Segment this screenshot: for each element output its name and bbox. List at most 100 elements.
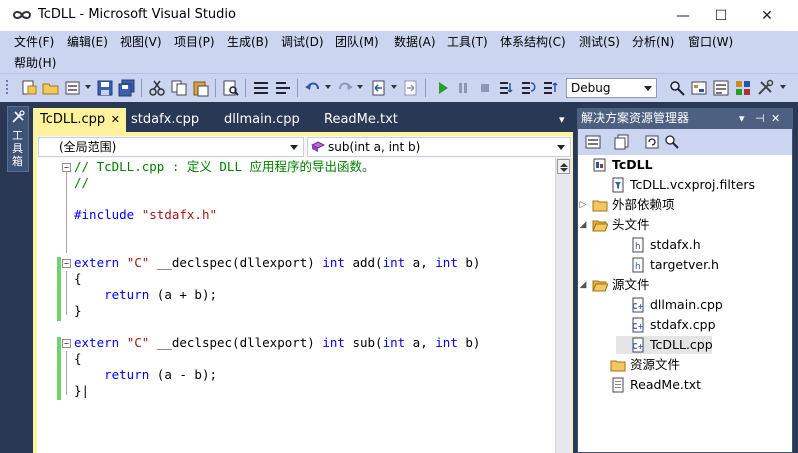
refresh-icon[interactable] <box>644 134 660 150</box>
redo-dropdown-icon[interactable] <box>357 85 363 89</box>
cpp-file-icon: C+ <box>630 337 646 353</box>
tree-item[interactable]: h targetver.h <box>616 256 793 274</box>
editor-vertical-scrollbar[interactable] <box>555 158 572 453</box>
comment-lines-icon[interactable] <box>252 79 270 97</box>
break-all-icon[interactable] <box>454 79 472 97</box>
find-in-files-icon[interactable] <box>222 79 240 97</box>
tree-item-label: 源文件 <box>612 277 650 292</box>
document-tab-strip: TcDLL.cpp ✕ stdafx.cpp dllmain.cpp ReadM… <box>33 108 573 132</box>
step-out-icon[interactable] <box>542 79 560 97</box>
object-browser-icon[interactable] <box>734 79 752 97</box>
menu-test[interactable]: 测试(S) <box>579 32 620 52</box>
tree-item[interactable]: ReadMe.txt <box>596 376 793 394</box>
show-all-files-icon[interactable] <box>614 134 630 150</box>
close-icon[interactable]: ✕ <box>771 108 780 129</box>
member-combo[interactable]: sub(int a, int b) <box>307 137 571 157</box>
collapse-arrow-icon[interactable]: ◢ <box>578 216 588 234</box>
menu-window[interactable]: 窗口(W) <box>688 32 733 52</box>
copy-icon[interactable] <box>170 79 188 97</box>
step-into-icon[interactable] <box>498 79 516 97</box>
tree-item[interactable]: 资源文件 <box>596 356 793 374</box>
undo-dropdown-icon[interactable] <box>325 85 331 89</box>
paste-icon[interactable] <box>192 79 210 97</box>
code-token: extern <box>74 335 127 350</box>
open-file-icon[interactable] <box>42 79 60 97</box>
menu-tools[interactable]: 工具(T) <box>447 32 488 52</box>
code-token: "stdafx.h" <box>141 207 217 222</box>
solution-explorer-icon[interactable] <box>690 79 708 97</box>
properties-icon[interactable] <box>585 134 601 150</box>
tree-item[interactable]: TcDLL.vcxproj.filters <box>596 176 793 194</box>
add-item-dropdown-icon[interactable] <box>85 85 91 89</box>
new-project-icon[interactable] <box>20 79 38 97</box>
tree-item[interactable]: C+ dllmain.cpp <box>616 296 793 314</box>
outline-guide <box>66 271 67 315</box>
auto-hide-pin-icon[interactable]: ⊣ <box>755 108 765 129</box>
menu-view[interactable]: 视图(V) <box>120 32 162 52</box>
solution-configuration-combo[interactable]: Debug <box>566 78 657 98</box>
menu-debug[interactable]: 调试(D) <box>281 32 324 52</box>
toolbar-grip-icon <box>6 80 8 94</box>
tree-item[interactable]: h stdafx.h <box>616 236 793 254</box>
redo-icon[interactable] <box>336 79 354 97</box>
navigate-backward-icon[interactable] <box>370 79 388 97</box>
tree-item[interactable]: TcDLL <box>578 156 793 174</box>
undo-icon[interactable] <box>304 79 322 97</box>
code-line: extern "C" __declspec(dllexport) int add… <box>74 255 480 271</box>
menu-project[interactable]: 项目(P) <box>174 32 215 52</box>
view-class-diagram-icon[interactable] <box>664 134 680 150</box>
collapse-arrow-icon[interactable]: ◢ <box>578 276 588 294</box>
code-token: b) <box>457 335 481 350</box>
tree-item[interactable]: C+ TcDLL.cpp <box>616 336 713 354</box>
menu-team[interactable]: 团队(M) <box>335 32 379 52</box>
cpp-file-icon: C+ <box>630 297 646 313</box>
tree-item[interactable]: C+ stdafx.cpp <box>616 316 793 334</box>
toolbox-icon[interactable] <box>756 79 774 97</box>
start-debugging-icon[interactable] <box>434 79 452 97</box>
stop-debugging-icon[interactable] <box>476 79 494 97</box>
menu-help[interactable]: 帮助(H) <box>14 53 56 73</box>
chevron-down-icon <box>290 145 298 150</box>
tree-item[interactable]: ◢ 源文件 <box>578 276 793 294</box>
project-icon <box>592 157 608 173</box>
uncomment-lines-icon[interactable] <box>274 79 292 97</box>
collapse-toggle[interactable]: − <box>62 339 71 348</box>
code-text-area[interactable] <box>37 158 555 453</box>
menu-file[interactable]: 文件(F) <box>14 32 54 52</box>
maximize-button[interactable]: ☐ <box>698 0 744 31</box>
properties-window-icon[interactable] <box>712 79 730 97</box>
close-icon[interactable]: ✕ <box>111 108 120 132</box>
toolbar-separator <box>425 79 426 97</box>
navigate-backward-dropdown-icon[interactable] <box>391 85 397 89</box>
tab-dllmain-cpp[interactable]: dllmain.cpp <box>224 108 300 132</box>
editor-split-handle[interactable] <box>557 159 570 174</box>
menu-build[interactable]: 生成(B) <box>227 32 269 52</box>
save-all-icon[interactable] <box>118 79 136 97</box>
save-icon[interactable] <box>96 79 114 97</box>
menu-architecture[interactable]: 体系结构(C) <box>500 32 566 52</box>
tab-tcdll-cpp[interactable]: TcDLL.cpp ✕ <box>33 108 126 132</box>
menu-analyze[interactable]: 分析(N) <box>632 32 674 52</box>
step-over-icon[interactable] <box>520 79 538 97</box>
tree-item[interactable]: ▷ 外部依赖项 <box>578 196 793 214</box>
tab-overflow-chevron-icon[interactable]: ▾ <box>559 108 565 132</box>
find-icon[interactable] <box>668 79 686 97</box>
tab-readme-txt[interactable]: ReadMe.txt <box>324 108 398 132</box>
toolbar-options-dropdown-icon[interactable] <box>780 85 786 89</box>
change-indicator <box>57 337 61 400</box>
tree-item[interactable]: ◢ 头文件 <box>578 216 793 234</box>
menu-data[interactable]: 数据(A) <box>394 32 436 52</box>
expand-arrow-icon[interactable]: ▷ <box>578 196 588 214</box>
cut-icon[interactable] <box>148 79 166 97</box>
window-position-icon[interactable]: ▾ <box>739 108 745 129</box>
scope-combo[interactable]: (全局范围) <box>38 137 304 157</box>
close-button[interactable]: ✕ <box>744 0 790 31</box>
menu-edit[interactable]: 编辑(E) <box>67 32 108 52</box>
add-item-icon[interactable] <box>64 79 82 97</box>
toolbox-tab[interactable]: 工具箱 <box>7 106 29 172</box>
code-token: sub( <box>344 335 383 350</box>
collapse-toggle[interactable]: − <box>62 259 71 268</box>
collapse-toggle[interactable]: − <box>62 163 71 172</box>
tab-stdafx-cpp[interactable]: stdafx.cpp <box>131 108 199 132</box>
navigate-forward-icon[interactable] <box>402 79 420 97</box>
